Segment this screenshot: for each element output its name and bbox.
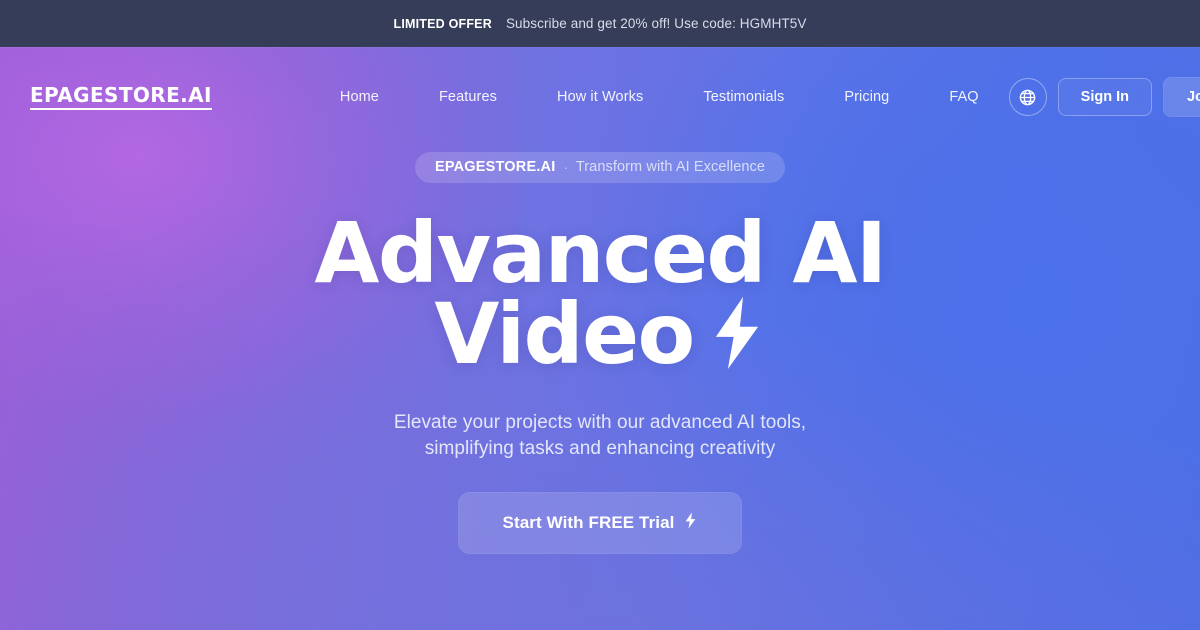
hero-headline-line-1: Advanced AI bbox=[314, 204, 887, 302]
nav-links: Home Features How it Works Testimonials … bbox=[310, 89, 1009, 105]
nav-item-testimonials[interactable]: Testimonials bbox=[673, 89, 814, 105]
nav-item-how-it-works[interactable]: How it Works bbox=[527, 89, 673, 105]
sign-in-button[interactable]: Sign In bbox=[1057, 78, 1153, 116]
hero-badge-brand: EPAGESTORE.AI bbox=[434, 159, 556, 175]
start-free-trial-button[interactable]: Start With FREE Trial bbox=[457, 491, 743, 554]
nav-item-faq[interactable]: FAQ bbox=[919, 89, 1008, 105]
hero-section: EPAGESTORE.AI Home Features How it Works… bbox=[0, 47, 1200, 630]
language-selector-button[interactable] bbox=[1008, 78, 1047, 116]
site-logo[interactable]: EPAGESTORE.AI bbox=[30, 84, 212, 110]
lightning-bolt-icon bbox=[684, 511, 697, 534]
nav-item-home[interactable]: Home bbox=[310, 89, 409, 105]
hero-content: EPAGESTORE.AI · Transform with AI Excell… bbox=[0, 147, 1200, 554]
hero-badge-separator: · bbox=[563, 159, 568, 175]
nav-actions: Sign In Join Now bbox=[1008, 77, 1200, 117]
lightning-bolt-icon bbox=[708, 296, 766, 381]
promo-banner-label: LIMITED OFFER bbox=[393, 16, 492, 31]
hero-subtitle: Elevate your projects with our advanced … bbox=[393, 412, 807, 459]
hero-headline-line-2: Video bbox=[434, 284, 695, 383]
main-navigation: EPAGESTORE.AI Home Features How it Works… bbox=[0, 47, 1200, 147]
nav-item-pricing[interactable]: Pricing bbox=[814, 89, 919, 105]
hero-badge: EPAGESTORE.AI · Transform with AI Excell… bbox=[414, 152, 786, 183]
promo-banner: LIMITED OFFER Subscribe and get 20% off!… bbox=[0, 0, 1200, 47]
join-now-button[interactable]: Join Now bbox=[1163, 77, 1200, 117]
start-free-trial-label: Start With FREE Trial bbox=[502, 512, 675, 532]
landing-page: LIMITED OFFER Subscribe and get 20% off!… bbox=[0, 0, 1200, 630]
nav-item-features[interactable]: Features bbox=[409, 89, 527, 105]
globe-icon bbox=[1018, 88, 1037, 107]
hero-headline: Advanced AI Video bbox=[314, 204, 887, 381]
hero-headline-line-2-wrap: Video bbox=[314, 292, 885, 381]
hero-badge-tagline: Transform with AI Excellence bbox=[575, 159, 766, 175]
promo-banner-text: Subscribe and get 20% off! Use code: HGM… bbox=[505, 16, 807, 31]
